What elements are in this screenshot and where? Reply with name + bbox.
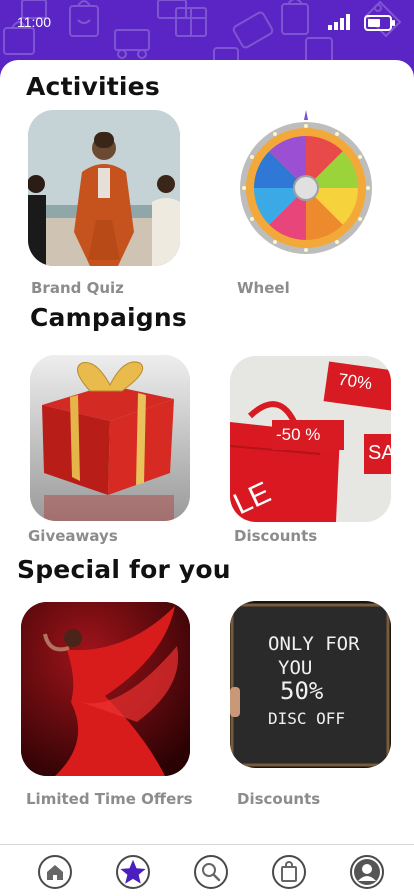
nav-profile-button[interactable]	[350, 855, 384, 889]
brand-quiz-card[interactable]	[28, 110, 180, 266]
shopping-bag-icon	[281, 861, 297, 882]
home-icon	[47, 865, 63, 880]
nav-home-button[interactable]	[38, 855, 72, 889]
nav-bag-button[interactable]	[272, 855, 306, 889]
star-icon	[120, 859, 146, 884]
battery-icon	[364, 15, 395, 31]
wheel-label: Wheel	[237, 279, 290, 297]
cellular-signal-icon	[328, 14, 350, 30]
giveaways-label: Giveaways	[28, 527, 118, 545]
section-title-campaigns: Campaigns	[30, 303, 187, 332]
discount-tag-sa: SA	[368, 442, 391, 464]
limited-time-offers-label: Limited Time Offers	[26, 790, 193, 808]
section-title-activities: Activities	[26, 72, 160, 101]
nav-search-button[interactable]	[194, 855, 228, 889]
limited-time-offers-card[interactable]	[21, 602, 190, 776]
spin-wheel-image	[240, 110, 372, 254]
campaign-discounts-label: Discounts	[234, 527, 318, 545]
gift-box-image	[30, 355, 190, 521]
board-line-1: ONLY FOR	[268, 633, 360, 655]
red-dress-image	[21, 602, 190, 776]
nav-activities-button[interactable]	[116, 855, 150, 889]
board-line-2: YOU	[278, 657, 313, 679]
special-discounts-card[interactable]: ONLY FOR YOU 50% DISC OFF	[230, 601, 391, 768]
search-icon	[202, 863, 221, 882]
giveaways-card[interactable]	[30, 355, 190, 521]
brand-quiz-label: Brand Quiz	[31, 279, 124, 297]
brand-quiz-image	[28, 110, 180, 266]
board-line-4: DISC OFF	[268, 709, 346, 728]
board-line-3: 50%	[280, 677, 324, 705]
section-title-special: Special for you	[17, 555, 231, 584]
campaign-discounts-card[interactable]: 70% -50 % SA LE	[230, 356, 391, 522]
wheel-card[interactable]	[234, 108, 374, 258]
bottom-navigation	[0, 844, 414, 896]
discount-tag-50: -50 %	[276, 425, 321, 444]
status-time: 11:00	[17, 14, 51, 30]
special-discounts-label: Discounts	[237, 790, 321, 808]
profile-icon	[354, 859, 380, 885]
